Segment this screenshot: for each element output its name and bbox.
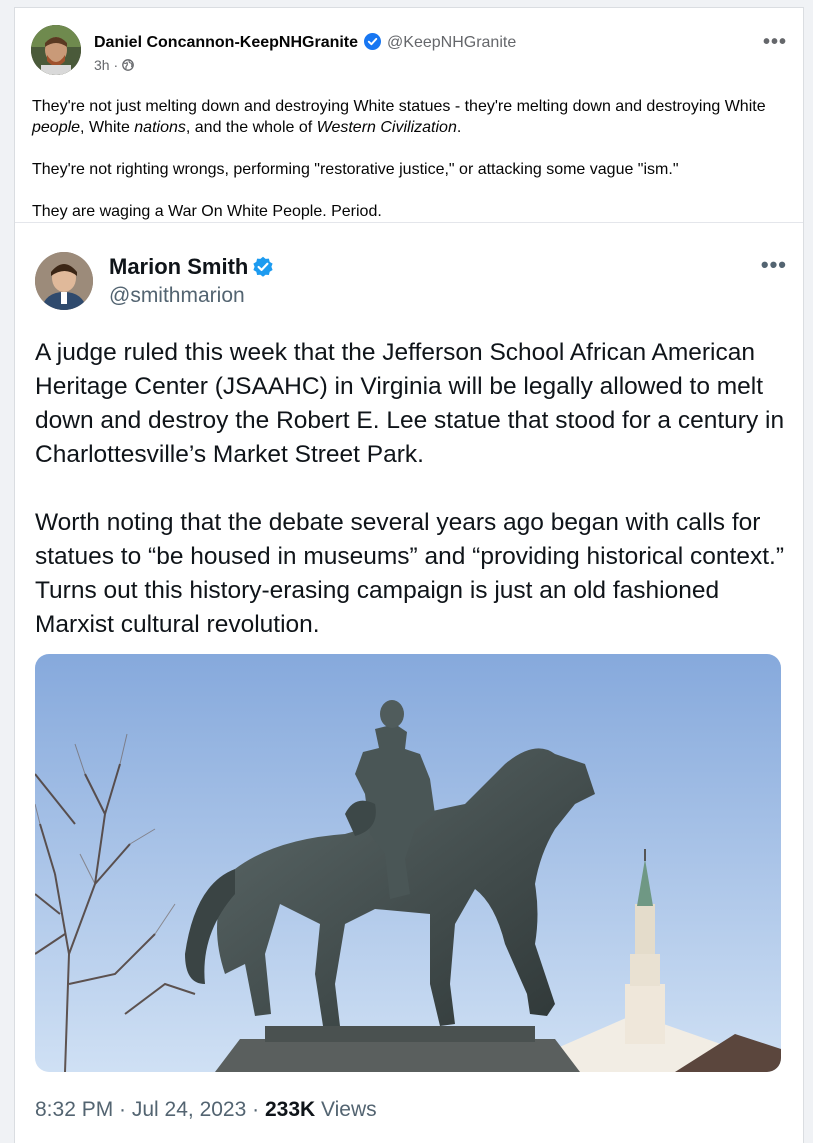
post-paragraph-3: They are waging a War On White People. P… xyxy=(32,203,382,220)
more-dots-icon: ••• xyxy=(760,252,787,277)
tweet-author-avatar xyxy=(35,252,93,310)
post-body: They're not just melting down and destro… xyxy=(32,96,792,243)
post-header: Daniel Concannon-KeepNHGranite @KeepNHGra… xyxy=(31,25,787,77)
divider xyxy=(15,222,803,223)
tweet-photo-statue[interactable] xyxy=(35,654,781,1072)
verified-badge-icon xyxy=(252,256,274,278)
facebook-post-card: Daniel Concannon-KeepNHGranite @KeepNHGra… xyxy=(14,7,804,1143)
tweet-body: A judge ruled this week that the Jeffers… xyxy=(35,336,785,676)
more-dots-icon[interactable]: ••• xyxy=(763,31,787,54)
tweet-paragraph-2: Worth noting that the debate several yea… xyxy=(35,509,784,638)
post-meta: 3h · xyxy=(94,57,134,73)
tweet-views-count: 233K xyxy=(264,1098,316,1121)
tweet-author-handle: @smithmarion xyxy=(109,284,245,307)
verified-badge-icon xyxy=(364,33,382,50)
tweet-footer: 8:32 PM · Jul 24, 2023 · 233K Views xyxy=(35,1098,377,1122)
post-paragraph-2: They're not righting wrongs, performing … xyxy=(32,161,679,178)
tweet-paragraph-1: A judge ruled this week that the Jeffers… xyxy=(35,339,785,468)
tweet-timestamp: 8:32 PM · Jul 24, 2023 · xyxy=(35,1098,265,1121)
post-paragraph-1: They're not just melting down and destro… xyxy=(32,98,766,136)
globe-icon xyxy=(122,57,134,73)
author-handle[interactable]: @KeepNHGranite xyxy=(387,34,516,51)
author-line: Daniel Concannon-KeepNHGranite @KeepNHGra… xyxy=(94,33,516,52)
author-avatar[interactable] xyxy=(31,25,81,75)
tweet-author-name: Marion Smith xyxy=(109,254,274,280)
author-name[interactable]: Daniel Concannon-KeepNHGranite xyxy=(94,34,358,51)
meta-separator: · xyxy=(113,57,119,73)
post-timestamp[interactable]: 3h xyxy=(94,57,110,73)
tweet-views-label: Views xyxy=(315,1098,377,1121)
